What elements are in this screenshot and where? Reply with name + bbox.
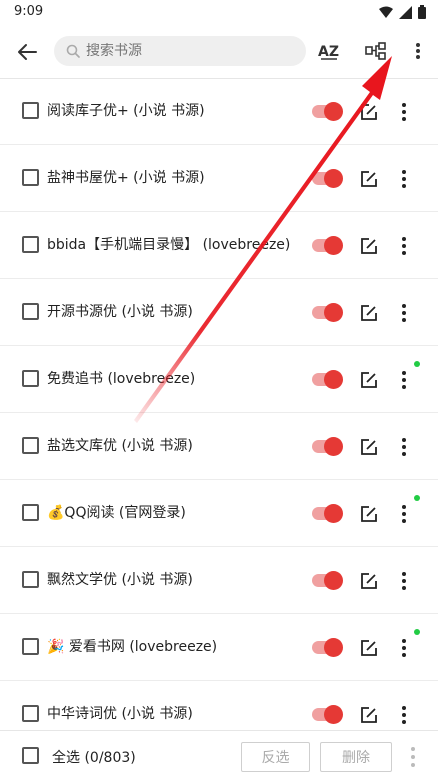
delete-button[interactable]: 删除: [320, 742, 392, 772]
new-badge-dot: [414, 361, 420, 367]
row-checkbox[interactable]: [22, 705, 39, 722]
enable-toggle[interactable]: [312, 303, 344, 322]
source-name: 开源书源优 (小说 书源): [47, 304, 193, 320]
signal-icon: [399, 5, 412, 19]
source-name: 🎉 爱看书网 (lovebreeze): [47, 639, 218, 655]
select-all-checkbox[interactable]: [22, 747, 39, 764]
bottom-action-bar: 全选 (0/803) 反选 删除: [0, 730, 438, 780]
edit-icon[interactable]: [360, 304, 378, 322]
row-more-button[interactable]: [397, 436, 411, 458]
list-item[interactable]: 盐神书屋优+ (小说 书源): [0, 145, 438, 212]
row-checkbox[interactable]: [22, 169, 39, 186]
row-checkbox[interactable]: [22, 102, 39, 119]
enable-toggle[interactable]: [312, 571, 344, 590]
invert-selection-button[interactable]: 反选: [241, 742, 310, 772]
source-name: 免费追书 (lovebreeze): [47, 371, 196, 387]
enable-toggle[interactable]: [312, 504, 344, 523]
bottom-more-button[interactable]: [406, 747, 420, 767]
back-button[interactable]: [12, 38, 42, 66]
enable-toggle[interactable]: [312, 437, 344, 456]
edit-icon[interactable]: [360, 170, 378, 188]
edit-icon[interactable]: [360, 505, 378, 523]
row-checkbox[interactable]: [22, 236, 39, 253]
source-name: 飘然文学优 (小说 书源): [47, 572, 193, 588]
list-item[interactable]: 🎉 爱看书网 (lovebreeze): [0, 614, 438, 681]
toolbar-more-button[interactable]: [403, 36, 433, 66]
edit-icon[interactable]: [360, 438, 378, 456]
row-checkbox[interactable]: [22, 504, 39, 521]
row-more-button[interactable]: [397, 637, 411, 659]
source-list: 阅读库子优+ (小说 书源) 盐神书屋优+ (小说 书源) bbida【手机端目…: [0, 78, 438, 748]
enable-toggle[interactable]: [312, 169, 344, 188]
group-button[interactable]: [361, 36, 391, 66]
row-more-button[interactable]: [397, 168, 411, 190]
row-checkbox[interactable]: [22, 571, 39, 588]
row-more-button[interactable]: [397, 235, 411, 257]
edit-icon[interactable]: [360, 639, 378, 657]
arrow-left-icon: [18, 44, 37, 60]
select-all-label[interactable]: 全选 (0/803): [52, 747, 136, 767]
status-icons: [379, 5, 426, 19]
more-vertical-icon: [416, 43, 420, 59]
enable-toggle[interactable]: [312, 638, 344, 657]
row-more-button[interactable]: [397, 570, 411, 592]
status-time: 9:09: [14, 4, 44, 19]
row-more-button[interactable]: [397, 503, 411, 525]
sort-az-icon: AZ: [318, 44, 339, 60]
edit-icon[interactable]: [360, 237, 378, 255]
enable-toggle[interactable]: [312, 705, 344, 724]
search-icon: [66, 44, 80, 58]
svg-text:AZ: AZ: [318, 44, 339, 60]
new-badge-dot: [414, 495, 420, 501]
status-bar: 9:09: [0, 0, 438, 26]
battery-icon: [418, 5, 426, 19]
list-item[interactable]: 盐选文库优 (小说 书源): [0, 413, 438, 480]
edit-icon[interactable]: [360, 572, 378, 590]
source-name: bbida【手机端目录慢】 (lovebreeze): [47, 237, 291, 253]
source-name: 阅读库子优+ (小说 书源): [47, 103, 205, 119]
row-checkbox[interactable]: [22, 370, 39, 387]
edit-icon[interactable]: [360, 706, 378, 724]
search-box[interactable]: [54, 36, 306, 66]
enable-toggle[interactable]: [312, 102, 344, 121]
wifi-icon: [379, 6, 393, 18]
list-item[interactable]: 阅读库子优+ (小说 书源): [0, 78, 438, 145]
row-checkbox[interactable]: [22, 303, 39, 320]
enable-toggle[interactable]: [312, 370, 344, 389]
source-name: 中华诗词优 (小说 书源): [47, 706, 193, 722]
new-badge-dot: [414, 629, 420, 635]
source-name: 💰QQ阅读 (官网登录): [47, 505, 186, 521]
source-name: 盐神书屋优+ (小说 书源): [47, 170, 205, 186]
toolbar: AZ: [0, 26, 438, 78]
edit-icon[interactable]: [360, 103, 378, 121]
search-input[interactable]: [86, 43, 286, 59]
row-checkbox[interactable]: [22, 638, 39, 655]
row-more-button[interactable]: [397, 302, 411, 324]
group-tree-icon: [365, 42, 386, 60]
row-checkbox[interactable]: [22, 437, 39, 454]
row-more-button[interactable]: [397, 101, 411, 123]
list-item[interactable]: bbida【手机端目录慢】 (lovebreeze): [0, 212, 438, 279]
source-name: 盐选文库优 (小说 书源): [47, 438, 193, 454]
list-item[interactable]: 飘然文学优 (小说 书源): [0, 547, 438, 614]
sort-az-button[interactable]: AZ: [314, 36, 344, 66]
list-item[interactable]: 开源书源优 (小说 书源): [0, 279, 438, 346]
enable-toggle[interactable]: [312, 236, 344, 255]
list-item[interactable]: 💰QQ阅读 (官网登录): [0, 480, 438, 547]
row-more-button[interactable]: [397, 369, 411, 391]
list-item[interactable]: 免费追书 (lovebreeze): [0, 346, 438, 413]
row-more-button[interactable]: [397, 704, 411, 726]
edit-icon[interactable]: [360, 371, 378, 389]
